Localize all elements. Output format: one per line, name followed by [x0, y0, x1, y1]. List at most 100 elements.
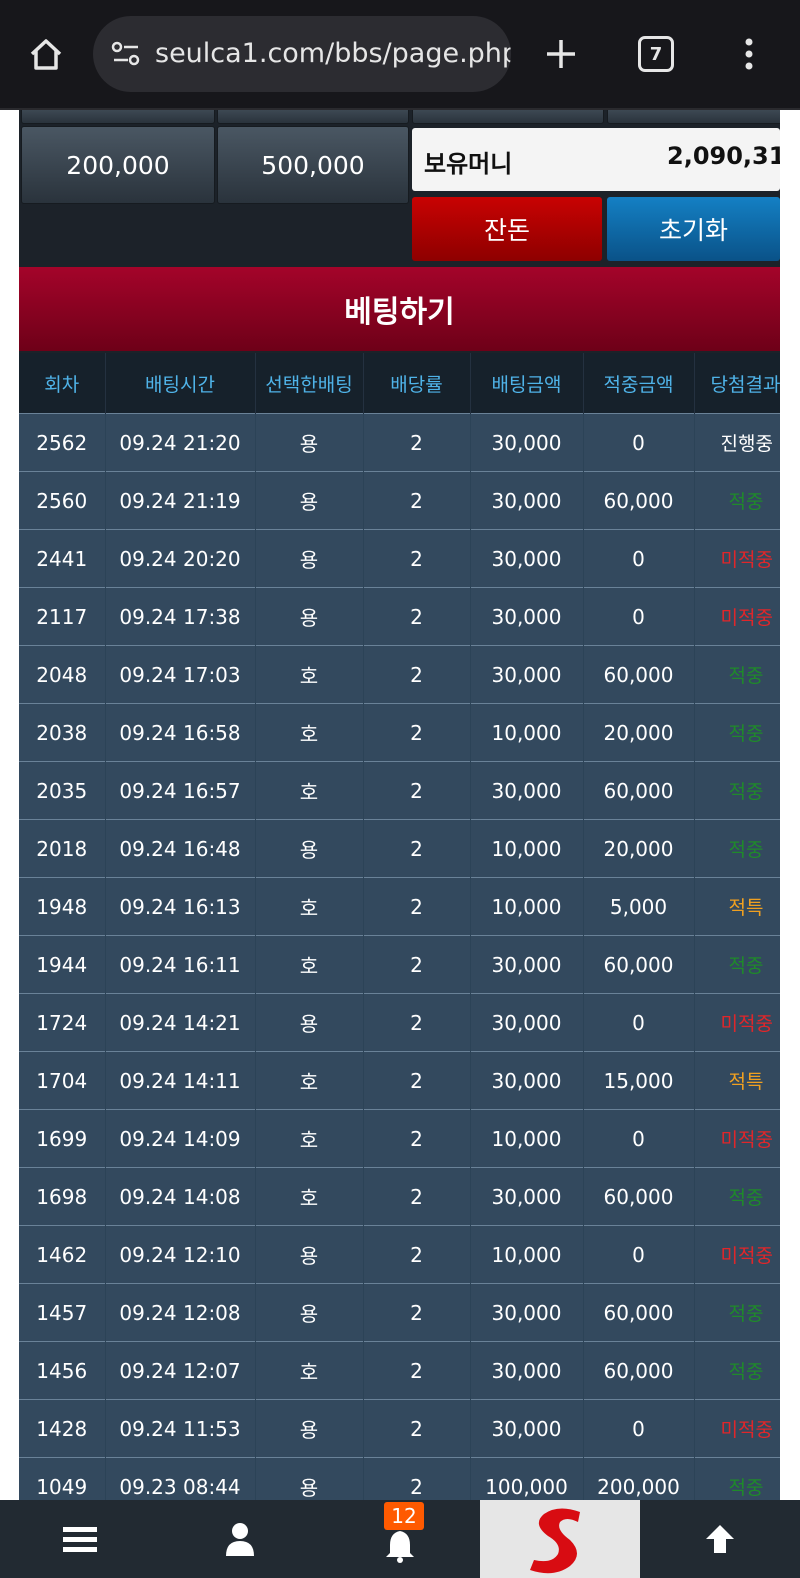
cell-pick: 용 [255, 1283, 364, 1342]
cell-odds: 2 [363, 1051, 471, 1110]
cell-bet-amount: 10,000 [470, 1225, 584, 1284]
cell-result: 진행중 [694, 413, 780, 472]
cell-bet-amount: 30,000 [470, 587, 584, 646]
cell-round: 1456 [19, 1341, 106, 1400]
cell-odds: 2 [363, 1399, 471, 1458]
table-row: 2035 09.24 16:57 호 2 30,000 60,000 적중 [19, 761, 780, 820]
cell-time: 09.24 16:11 [105, 935, 256, 994]
address-bar[interactable]: seulca1.com/bbs/page.php? [93, 16, 511, 92]
cell-result: 적중 [694, 761, 780, 820]
table-row: 1698 09.24 14:08 호 2 30,000 60,000 적중 [19, 1167, 780, 1226]
cashout-button[interactable]: 잔돈 [412, 197, 602, 261]
cell-win-amount: 200,000 [583, 1457, 695, 1500]
more-menu-icon[interactable] [732, 30, 766, 78]
header-result: 당첨결과 [694, 353, 780, 414]
cell-result: 미적중 [694, 1225, 780, 1284]
cell-odds: 2 [363, 1109, 471, 1168]
cell-result: 적중 [694, 935, 780, 994]
header-time: 배팅시간 [105, 353, 256, 414]
cell-bet-amount: 30,000 [470, 1051, 584, 1110]
cell-round: 2117 [19, 587, 106, 646]
cell-result: 미적중 [694, 1109, 780, 1168]
cell-time: 09.24 17:03 [105, 645, 256, 704]
reset-button[interactable]: 초기화 [607, 197, 780, 261]
cell-time: 09.24 14:09 [105, 1109, 256, 1168]
cell-pick: 호 [255, 703, 364, 762]
cell-pick: 호 [255, 1341, 364, 1400]
user-icon[interactable] [200, 1500, 280, 1578]
table-row: 2441 09.24 20:20 용 2 30,000 0 미적중 [19, 529, 780, 588]
cell-time: 09.24 20:20 [105, 529, 256, 588]
cell-win-amount: 60,000 [583, 471, 695, 530]
amount-button-partial[interactable] [412, 110, 604, 124]
url-text: seulca1.com/bbs/page.php? [155, 38, 511, 69]
cell-odds: 2 [363, 529, 471, 588]
cell-pick: 호 [255, 1109, 364, 1168]
cell-pick: 호 [255, 935, 364, 994]
cell-result: 적중 [694, 1457, 780, 1500]
cell-result: 적중 [694, 703, 780, 762]
cell-odds: 2 [363, 1283, 471, 1342]
cell-pick: 호 [255, 645, 364, 704]
cell-time: 09.24 16:58 [105, 703, 256, 762]
menu-icon[interactable] [40, 1500, 120, 1578]
table-row: 1704 09.24 14:11 호 2 30,000 15,000 적특 [19, 1051, 780, 1110]
cell-time: 09.24 21:20 [105, 413, 256, 472]
cell-result: 적중 [694, 471, 780, 530]
cell-win-amount: 20,000 [583, 819, 695, 878]
cell-win-amount: 60,000 [583, 935, 695, 994]
amount-button-partial[interactable] [21, 110, 215, 124]
cell-pick: 용 [255, 529, 364, 588]
cell-win-amount: 15,000 [583, 1051, 695, 1110]
cell-pick: 용 [255, 1225, 364, 1284]
cell-round: 1948 [19, 877, 106, 936]
cell-bet-amount: 10,000 [470, 1109, 584, 1168]
amount-button-partial[interactable] [607, 110, 780, 124]
cell-result: 미적중 [694, 529, 780, 588]
cell-odds: 2 [363, 935, 471, 994]
place-bet-button[interactable]: 베팅하기 [19, 267, 780, 351]
balance-label: 보유머니 [424, 150, 513, 178]
new-tab-icon[interactable] [538, 30, 584, 78]
header-odds: 배당률 [363, 353, 471, 414]
cell-round: 1457 [19, 1283, 106, 1342]
cell-result: 적중 [694, 1341, 780, 1400]
table-row: 1457 09.24 12:08 용 2 30,000 60,000 적중 [19, 1283, 780, 1342]
scroll-top-icon[interactable] [680, 1500, 760, 1578]
cell-win-amount: 0 [583, 587, 695, 646]
cell-bet-amount: 30,000 [470, 1399, 584, 1458]
site-settings-icon[interactable] [109, 38, 143, 70]
cell-result: 적중 [694, 1283, 780, 1342]
cell-odds: 2 [363, 703, 471, 762]
cell-bet-amount: 30,000 [470, 529, 584, 588]
cell-round: 2441 [19, 529, 106, 588]
table-row: 2038 09.24 16:58 호 2 10,000 20,000 적중 [19, 703, 780, 762]
cell-win-amount: 60,000 [583, 1167, 695, 1226]
cell-bet-amount: 100,000 [470, 1457, 584, 1500]
cell-pick: 용 [255, 819, 364, 878]
cell-round: 2038 [19, 703, 106, 762]
cell-win-amount: 60,000 [583, 1341, 695, 1400]
cell-result: 적특 [694, 1051, 780, 1110]
cell-odds: 2 [363, 761, 471, 820]
cell-bet-amount: 30,000 [470, 761, 584, 820]
cell-pick: 용 [255, 587, 364, 646]
cell-odds: 2 [363, 645, 471, 704]
cell-odds: 2 [363, 1225, 471, 1284]
home-icon[interactable] [22, 30, 70, 78]
amount-200000-button[interactable]: 200,000 [21, 126, 215, 204]
cell-time: 09.24 14:08 [105, 1167, 256, 1226]
amount-500000-button[interactable]: 500,000 [217, 126, 409, 204]
cell-round: 1698 [19, 1167, 106, 1226]
cell-pick: 용 [255, 1399, 364, 1458]
cell-win-amount: 20,000 [583, 703, 695, 762]
site-logo[interactable] [480, 1500, 640, 1578]
table-row: 1049 09.23 08:44 용 2 100,000 200,000 적중 [19, 1457, 780, 1500]
amount-button-partial[interactable] [217, 110, 409, 124]
betting-page: 200,000 500,000 보유머니 2,090,310 잔돈 초기화 베팅… [19, 110, 780, 1500]
cell-odds: 2 [363, 819, 471, 878]
tab-switcher-button[interactable]: 7 [632, 30, 680, 78]
table-row: 2018 09.24 16:48 용 2 10,000 20,000 적중 [19, 819, 780, 878]
table-row: 1462 09.24 12:10 용 2 10,000 0 미적중 [19, 1225, 780, 1284]
cell-round: 2035 [19, 761, 106, 820]
